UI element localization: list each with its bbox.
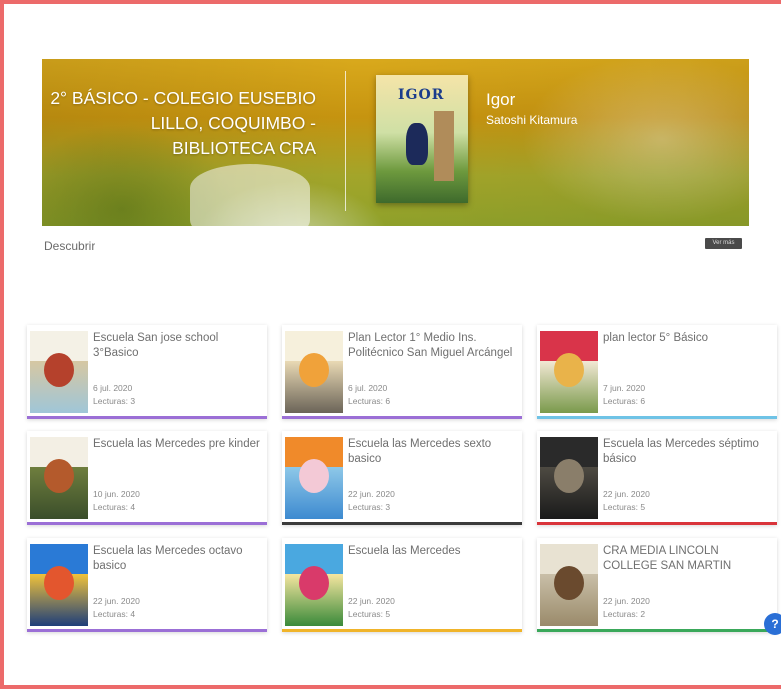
- card-accent-bar: [282, 416, 522, 419]
- collection-card-title[interactable]: plan lector 5° Básico: [603, 331, 773, 361]
- collection-card[interactable]: CRA MEDIA LINCOLN COLLEGE SAN MARTIN 22 j…: [537, 538, 777, 632]
- collection-card-reads: Lecturas: 3: [348, 502, 391, 512]
- card-accent-bar: [27, 629, 267, 632]
- collection-card[interactable]: Escuela las Mercedes octavo basico 22 jun…: [27, 538, 267, 632]
- collection-card-reads: Lecturas: 5: [348, 609, 391, 619]
- collection-card[interactable]: Plan Lector 1° Medio Ins. Politécnico Sa…: [282, 325, 522, 419]
- card-accent-bar: [537, 522, 777, 525]
- collection-card[interactable]: plan lector 5° Básico 7 jun. 2020 Lecturas…: [537, 325, 777, 419]
- book-cover-thumbnail[interactable]: [30, 544, 88, 626]
- featured-book-title[interactable]: Igor: [486, 90, 515, 110]
- book-cover-thumbnail[interactable]: [285, 544, 343, 626]
- collection-card-date: 22 jun. 2020: [348, 489, 395, 499]
- collection-card-reads: Lecturas: 4: [93, 502, 136, 512]
- book-cover-thumbnail[interactable]: [285, 331, 343, 413]
- collection-card[interactable]: Escuela las Mercedes séptimo básico 22 ju…: [537, 431, 777, 525]
- featured-book-author: Satoshi Kitamura: [486, 113, 578, 127]
- featured-book-cover[interactable]: IGOR: [376, 75, 468, 203]
- book-cover-thumbnail[interactable]: [540, 331, 598, 413]
- cover-figure: [44, 459, 74, 493]
- card-accent-bar: [537, 416, 777, 419]
- collection-card-title[interactable]: Escuela San jose school 3°Basico: [93, 331, 263, 361]
- collection-card[interactable]: Escuela las Mercedes pre kinder 10 jun. 2…: [27, 431, 267, 525]
- cover-figure: [299, 459, 329, 493]
- collection-card-title[interactable]: Escuela las Mercedes pre kinder: [93, 437, 263, 467]
- collection-card-date: 22 jun. 2020: [603, 596, 650, 606]
- see-more-button[interactable]: Ver más: [705, 238, 742, 249]
- collection-card-reads: Lecturas: 5: [603, 502, 646, 512]
- section-label: Descubrir: [44, 239, 96, 250]
- collection-card-reads: Lecturas: 4: [93, 609, 136, 619]
- collection-card-title[interactable]: Escuela las Mercedes sexto basico: [348, 437, 518, 467]
- card-accent-bar: [27, 416, 267, 419]
- collection-card-reads: Lecturas: 6: [348, 396, 391, 406]
- collection-card-title[interactable]: Plan Lector 1° Medio Ins. Politécnico Sa…: [348, 331, 518, 361]
- book-cover-thumbnail[interactable]: [540, 544, 598, 626]
- collection-card-reads: Lecturas: 2: [603, 609, 646, 619]
- book-cover-thumbnail[interactable]: [285, 437, 343, 519]
- collection-card-date: 22 jun. 2020: [348, 596, 395, 606]
- collection-card-title[interactable]: Escuela las Mercedes séptimo básico: [603, 437, 773, 467]
- collection-card-title[interactable]: Escuela las Mercedes: [348, 544, 518, 574]
- collection-card-date: 7 jun. 2020: [603, 383, 646, 393]
- book-cover-thumbnail[interactable]: [30, 331, 88, 413]
- collection-card[interactable]: Escuela las Mercedes sexto basico 22 jun.…: [282, 431, 522, 525]
- banner-divider: [345, 71, 346, 211]
- collection-card-title[interactable]: CRA MEDIA LINCOLN COLLEGE SAN MARTIN: [603, 544, 773, 574]
- cover-figure: [44, 353, 74, 387]
- collection-card-date: 22 jun. 2020: [603, 489, 650, 499]
- book-cover-thumbnail[interactable]: [540, 437, 598, 519]
- collection-card-reads: Lecturas: 6: [603, 396, 646, 406]
- card-accent-bar: [537, 629, 777, 632]
- cover-figure: [44, 566, 74, 600]
- featured-cover-text: IGOR: [398, 87, 445, 103]
- cover-figure: [554, 566, 584, 600]
- book-cover-thumbnail[interactable]: [30, 437, 88, 519]
- collection-card-date: 6 jul. 2020: [348, 383, 388, 393]
- card-accent-bar: [27, 522, 267, 525]
- cover-bird-illustration: [406, 123, 428, 165]
- collection-card-title[interactable]: Escuela las Mercedes octavo basico: [93, 544, 263, 574]
- collection-card-date: 22 jun. 2020: [93, 596, 140, 606]
- collection-title: 2° BÁSICO - COLEGIO EUSEBIO LILLO, COQUI…: [50, 88, 316, 158]
- cover-figure: [554, 459, 584, 493]
- cover-figure: [299, 566, 329, 600]
- cover-figure: [299, 353, 329, 387]
- cover-tower-illustration: [434, 111, 454, 181]
- collection-card[interactable]: Escuela San jose school 3°Basico 6 jul. 2…: [27, 325, 267, 419]
- collection-card-date: 10 jun. 2020: [93, 489, 140, 499]
- collection-card-reads: Lecturas: 3: [93, 396, 136, 406]
- collection-card[interactable]: Escuela las Mercedes 22 jun. 2020 Lecturas…: [282, 538, 522, 632]
- cover-figure: [554, 353, 584, 387]
- help-icon[interactable]: ?: [764, 613, 781, 635]
- card-accent-bar: [282, 522, 522, 525]
- card-accent-bar: [282, 629, 522, 632]
- collection-card-date: 6 jul. 2020: [93, 383, 133, 393]
- collection-banner: 2° BÁSICO - COLEGIO EUSEBIO LILLO, COQUI…: [42, 59, 749, 226]
